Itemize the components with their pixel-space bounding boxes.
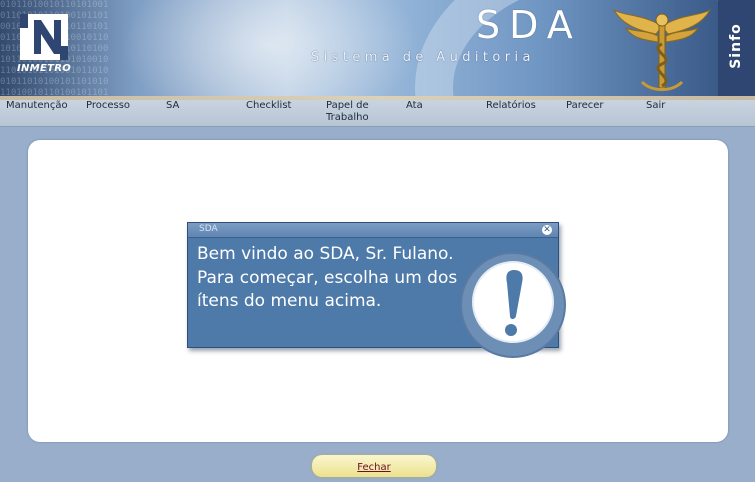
sinfo-label: Sinfo <box>728 23 744 69</box>
menu-item-sair[interactable]: Sair <box>646 100 665 112</box>
sinfo-badge: Sinfo <box>718 0 755 96</box>
close-link[interactable]: Fechar <box>357 462 390 473</box>
dialog-close-icon[interactable]: ✕ <box>542 225 552 235</box>
menu-item-parecer[interactable]: Parecer <box>566 100 604 112</box>
main-menu: Manutenção Processo SA Checklist Papel d… <box>0 96 755 127</box>
inmetro-logo: INMETRO <box>17 14 71 78</box>
menu-item-relatorios[interactable]: Relatórios <box>486 100 536 112</box>
app-subtitle: Sistema de Auditoria <box>311 50 535 65</box>
app-title: SDA <box>476 3 582 47</box>
menu-item-papel-de-trabalho[interactable]: Papel de Trabalho <box>326 100 386 124</box>
exclamation-icon <box>460 252 566 358</box>
dialog-titlebar: SDA ✕ <box>188 223 558 238</box>
menu-item-ata[interactable]: Ata <box>406 100 423 112</box>
menu-item-checklist[interactable]: Checklist <box>246 100 291 112</box>
close-button[interactable]: Fechar <box>312 455 436 477</box>
inmetro-logo-icon <box>20 14 68 60</box>
caduceus-emblem-icon <box>612 8 712 91</box>
menu-item-manutencao[interactable]: Manutenção <box>6 100 68 112</box>
welcome-message: Bem vindo ao SDA, Sr. Fulano. Para começ… <box>197 244 458 311</box>
header-banner: 0101101001011010100101101010110100101101… <box>0 0 755 96</box>
menu-item-sa[interactable]: SA <box>166 100 179 112</box>
dialog-title: SDA <box>199 224 218 234</box>
menu-item-processo[interactable]: Processo <box>86 100 130 112</box>
inmetro-logo-text: INMETRO <box>17 63 71 74</box>
